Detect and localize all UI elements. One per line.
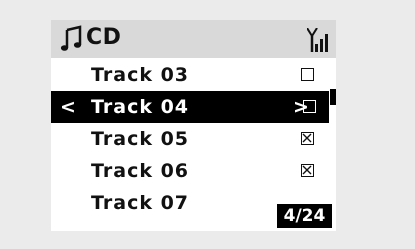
cd-track-list-screen: CD Track 03 < Track 04 > Track 05 Track … [51, 20, 336, 231]
checked-box-icon[interactable] [301, 132, 314, 145]
track-row-selected[interactable]: < Track 04 > [51, 91, 329, 123]
signal-strength-icon [307, 28, 328, 52]
track-label: Track 03 [91, 64, 190, 86]
header-title: CD [86, 25, 122, 50]
header-bar: CD [51, 20, 336, 58]
unchecked-box-icon[interactable] [303, 100, 316, 113]
track-row[interactable]: Track 05 [51, 123, 329, 155]
unchecked-box-icon[interactable] [301, 68, 314, 81]
track-counter: 4/24 [277, 204, 332, 228]
left-arrow-icon: < [60, 96, 76, 118]
track-label: Track 05 [91, 128, 190, 150]
track-row[interactable]: Track 06 [51, 155, 329, 187]
checked-box-icon[interactable] [301, 164, 314, 177]
track-label: Track 07 [91, 192, 190, 214]
track-row[interactable]: Track 03 [51, 59, 329, 91]
track-label: Track 04 [91, 96, 190, 118]
music-note-icon [60, 25, 82, 51]
track-label: Track 06 [91, 160, 190, 182]
scrollbar-thumb[interactable] [330, 89, 336, 105]
